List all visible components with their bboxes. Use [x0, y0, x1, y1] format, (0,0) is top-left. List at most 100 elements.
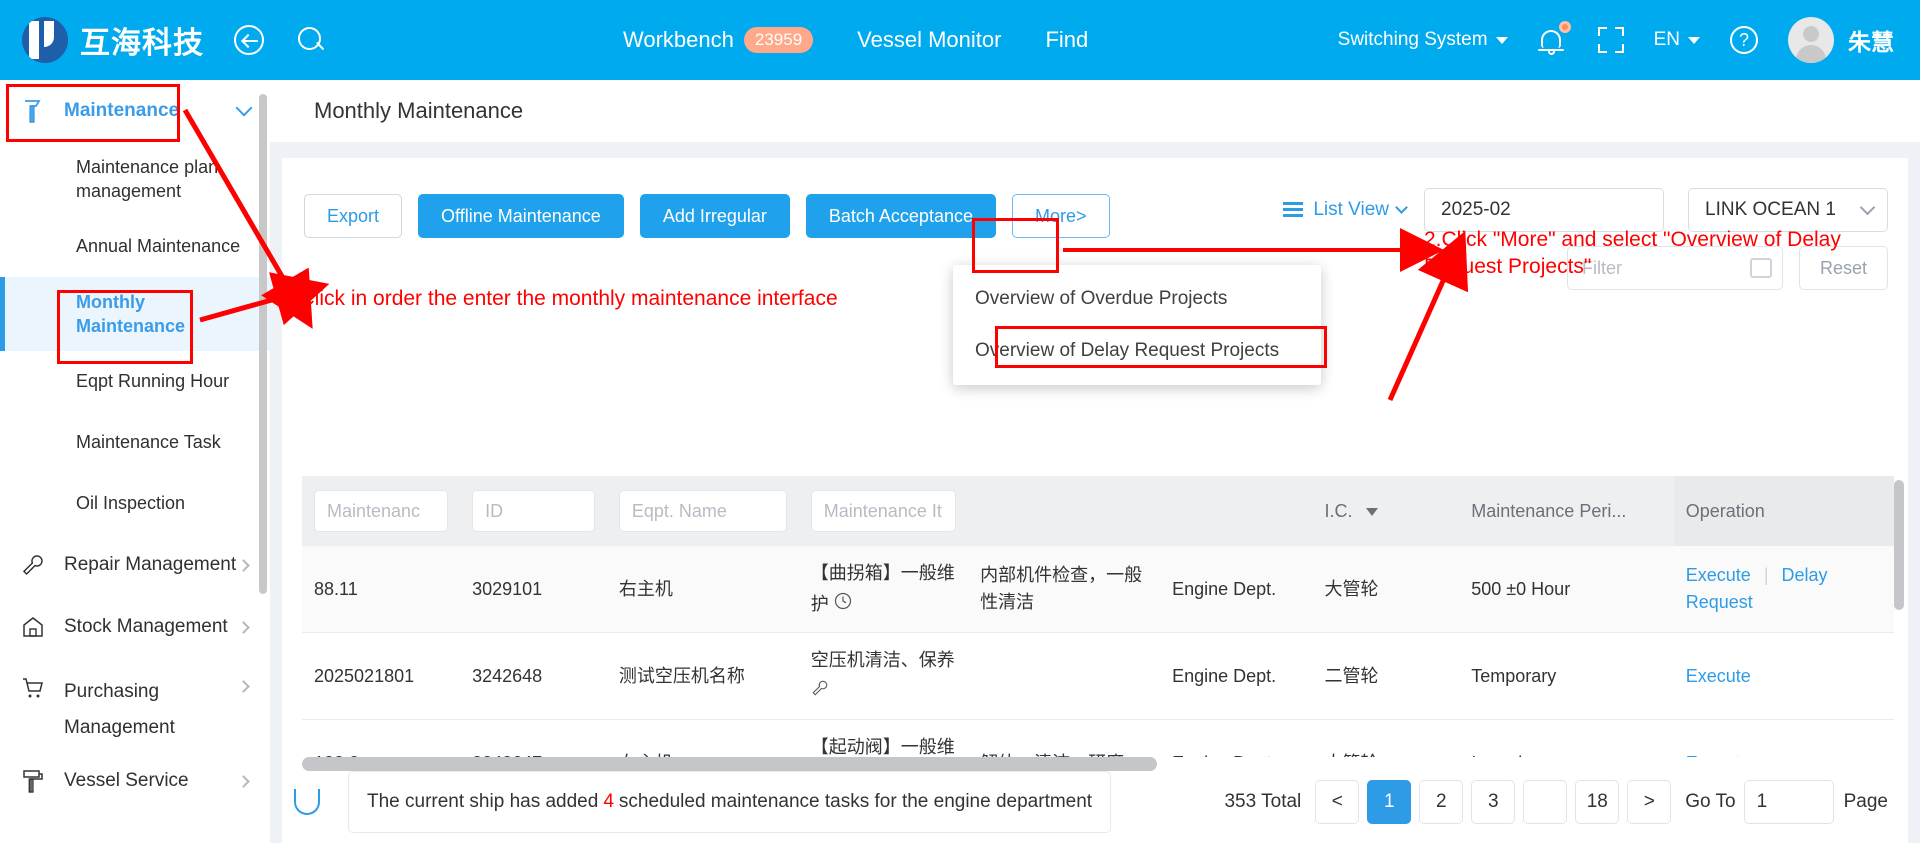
- sidebar-item-stock-management-label: Stock Management: [64, 616, 228, 637]
- pagination: 353 Total < 1 2 3 18 > Go To 1 Page: [1224, 780, 1888, 824]
- maintenance-item-text: 【曲拐箱】一般维护: [810, 563, 955, 614]
- notification-dot: [1558, 21, 1571, 33]
- cell-operation: Execute: [1673, 719, 1894, 758]
- filter-input-maintenance-item[interactable]: Maintenance It: [810, 490, 957, 532]
- help-button[interactable]: ?: [1730, 26, 1758, 54]
- filter-input-id[interactable]: ID: [472, 490, 595, 532]
- sidebar-item-maintenance-label: Maintenance: [64, 100, 180, 121]
- fullscreen-button[interactable]: [1597, 27, 1624, 53]
- sidebar-item-repair-management[interactable]: Repair Management: [0, 534, 270, 596]
- cell-maintenance-no: 88.11: [302, 546, 461, 633]
- month-value: 2025-02: [1441, 199, 1511, 220]
- notifications-button[interactable]: [1537, 21, 1571, 56]
- cell-period: 500 ±0 Hour: [1459, 546, 1674, 633]
- cell-eqpt-name: 右主机: [606, 719, 799, 757]
- search-button[interactable]: [294, 23, 328, 57]
- filter-cell-maintenance-no: Maintenanc: [302, 476, 461, 546]
- table-row[interactable]: 88.11 3029101 右主机 【曲拐箱】一般维护 内部机件检查，一般性清洁…: [302, 546, 1894, 633]
- top-header-bar: 互海科技 Workbench 23959 Vessel Monitor Find…: [0, 0, 1920, 80]
- page-ellipsis[interactable]: [1523, 780, 1568, 824]
- execute-link[interactable]: Execute: [1686, 666, 1751, 686]
- notice-banner: The current ship has added 4 scheduled m…: [348, 771, 1112, 833]
- execute-link[interactable]: Execute: [1686, 565, 1751, 585]
- switching-system-label: Switching System: [1337, 29, 1488, 50]
- avatar: [1788, 17, 1834, 63]
- list-icon: [1283, 202, 1304, 218]
- cart-icon: [18, 676, 48, 700]
- sidebar-item-purchasing-management[interactable]: Purchasing Management: [0, 658, 270, 750]
- page-title-label: Monthly Maintenance: [314, 98, 524, 123]
- filter-cell-maintenance-item: Maintenance It: [798, 476, 969, 546]
- nav-find[interactable]: Find: [1045, 27, 1088, 53]
- filter-cell-dept: [1160, 476, 1313, 546]
- add-irregular-button[interactable]: Add Irregular: [639, 194, 790, 238]
- sidebar-item-repair-management-label: Repair Management: [64, 554, 237, 575]
- brand-logo[interactable]: 互海科技: [22, 17, 204, 63]
- nav-workbench[interactable]: Workbench 23959: [623, 26, 814, 54]
- nav-vessel-monitor[interactable]: Vessel Monitor: [857, 27, 1001, 53]
- table-vertical-scrollbar[interactable]: [1894, 480, 1904, 610]
- annotation-step-1: 1.Click in order the enter the monthly m…: [282, 287, 838, 310]
- more-button[interactable]: More>: [1011, 194, 1110, 238]
- sidebar-item-vessel-service[interactable]: Vessel Service: [0, 750, 270, 812]
- sidebar-item-maintenance-plan-management[interactable]: Maintenance plan management: [0, 142, 270, 216]
- list-view-selector[interactable]: List View: [1283, 199, 1408, 221]
- filter-cell-content: [968, 476, 1161, 546]
- sidebar-scrollbar[interactable]: [259, 94, 267, 594]
- table-row[interactable]: 188.2 3242647 右主机 【起动阀】一般维护 解体、清洁、研磨 Eng…: [302, 719, 1894, 758]
- page-button-last[interactable]: 18: [1575, 780, 1620, 824]
- cell-maintenance-item: 【起动阀】一般维护: [798, 719, 969, 757]
- sidebar-item-oil-inspection[interactable]: Oil Inspection: [0, 473, 270, 534]
- cell-eqpt-name: 右主机: [606, 546, 799, 633]
- sidebar-nav: Maintenance Maintenance plan management …: [0, 80, 270, 843]
- back-button[interactable]: [232, 23, 266, 57]
- sidebar-item-maintenance[interactable]: Maintenance: [0, 80, 270, 142]
- header-operation: Operation: [1673, 476, 1894, 546]
- batch-acceptance-button[interactable]: Batch Acceptance: [805, 194, 996, 238]
- wrench-icon: [811, 678, 829, 705]
- main-nav: Workbench 23959 Vessel Monitor Find: [623, 26, 1132, 54]
- execute-link[interactable]: Execute: [1686, 753, 1751, 758]
- user-menu[interactable]: 朱慧: [1788, 17, 1894, 63]
- more-dropdown-menu: Overview of Overdue Projects Overview of…: [953, 265, 1321, 385]
- sidebar-item-maintenance-task[interactable]: Maintenance Task: [0, 412, 270, 473]
- switching-system-dropdown[interactable]: Switching System: [1338, 29, 1508, 51]
- sidebar-item-stock-management[interactable]: Stock Management: [0, 596, 270, 658]
- goto-page-input[interactable]: 1: [1743, 780, 1834, 824]
- cell-id: 3242647: [460, 719, 607, 757]
- language-selector[interactable]: EN: [1654, 29, 1700, 51]
- filter-cell-id: ID: [460, 476, 607, 546]
- header-ic[interactable]: I.C.: [1312, 476, 1460, 546]
- chevron-right-icon: [237, 680, 250, 693]
- nav-vessel-monitor-label: Vessel Monitor: [857, 26, 1002, 52]
- sidebar-sub-label: Maintenance Task: [76, 432, 221, 453]
- menu-item-overview-delay-request-projects[interactable]: Overview of Delay Request Projects: [953, 325, 1321, 377]
- next-page-button[interactable]: >: [1627, 780, 1672, 824]
- filter-input-eqpt-name[interactable]: Eqpt. Name: [618, 490, 787, 532]
- sidebar-item-monthly-maintenance[interactable]: Monthly Maintenance: [0, 277, 270, 351]
- page-button-2[interactable]: 2: [1419, 780, 1464, 824]
- table-row[interactable]: 2025021801 3242648 测试空压机名称 空压机清洁、保养 Engi…: [302, 632, 1894, 720]
- sidebar-item-eqpt-running-hour[interactable]: Eqpt Running Hour: [0, 351, 270, 412]
- page-title: Monthly Maintenance: [270, 80, 1920, 142]
- prev-page-button[interactable]: <: [1315, 780, 1360, 824]
- menu-item-overview-overdue-projects[interactable]: Overview of Overdue Projects: [953, 273, 1321, 325]
- cell-maintenance-no: 188.2: [302, 719, 461, 757]
- filter-input-maintenance-no[interactable]: Maintenanc: [314, 490, 449, 532]
- page-button-3[interactable]: 3: [1471, 780, 1516, 824]
- cell-dept: Engine Dept.: [1160, 546, 1313, 633]
- table-horizontal-scrollbar[interactable]: [302, 757, 1157, 771]
- offline-maintenance-button[interactable]: Offline Maintenance: [418, 194, 624, 238]
- sidebar-item-purchasing-management-label: Purchasing Management: [64, 681, 175, 739]
- chevron-right-icon: [237, 774, 250, 788]
- export-button[interactable]: Export: [304, 194, 403, 238]
- cell-id: 3029101: [460, 546, 607, 633]
- cell-id: 3242648: [460, 632, 607, 720]
- clock-icon: [834, 591, 852, 618]
- sidebar-sub-label: Annual Maintenance: [76, 236, 241, 257]
- house-icon: [18, 615, 48, 639]
- roller-icon: [18, 768, 48, 794]
- page-button-1[interactable]: 1: [1367, 780, 1412, 824]
- sidebar-item-annual-maintenance[interactable]: Annual Maintenance: [0, 216, 270, 277]
- total-count-label: 353 Total: [1224, 791, 1302, 812]
